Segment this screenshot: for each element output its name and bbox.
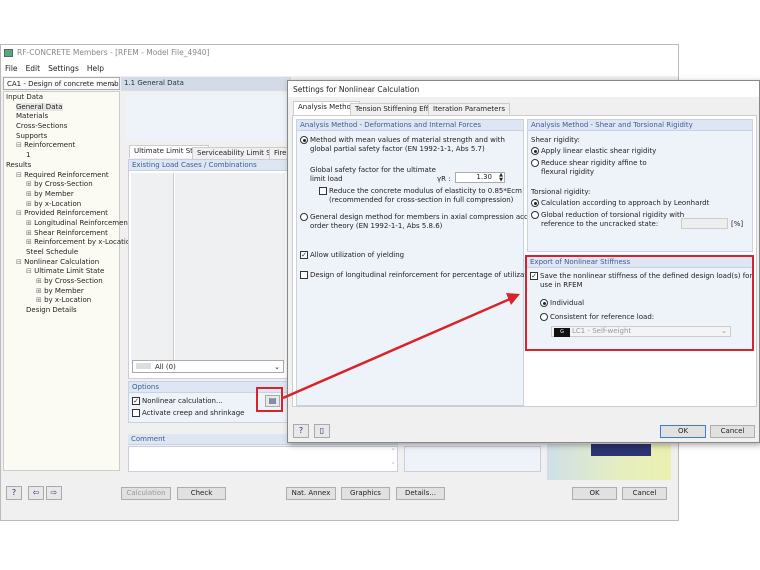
annotation-arrow (282, 293, 520, 400)
arrow-line (282, 297, 511, 400)
